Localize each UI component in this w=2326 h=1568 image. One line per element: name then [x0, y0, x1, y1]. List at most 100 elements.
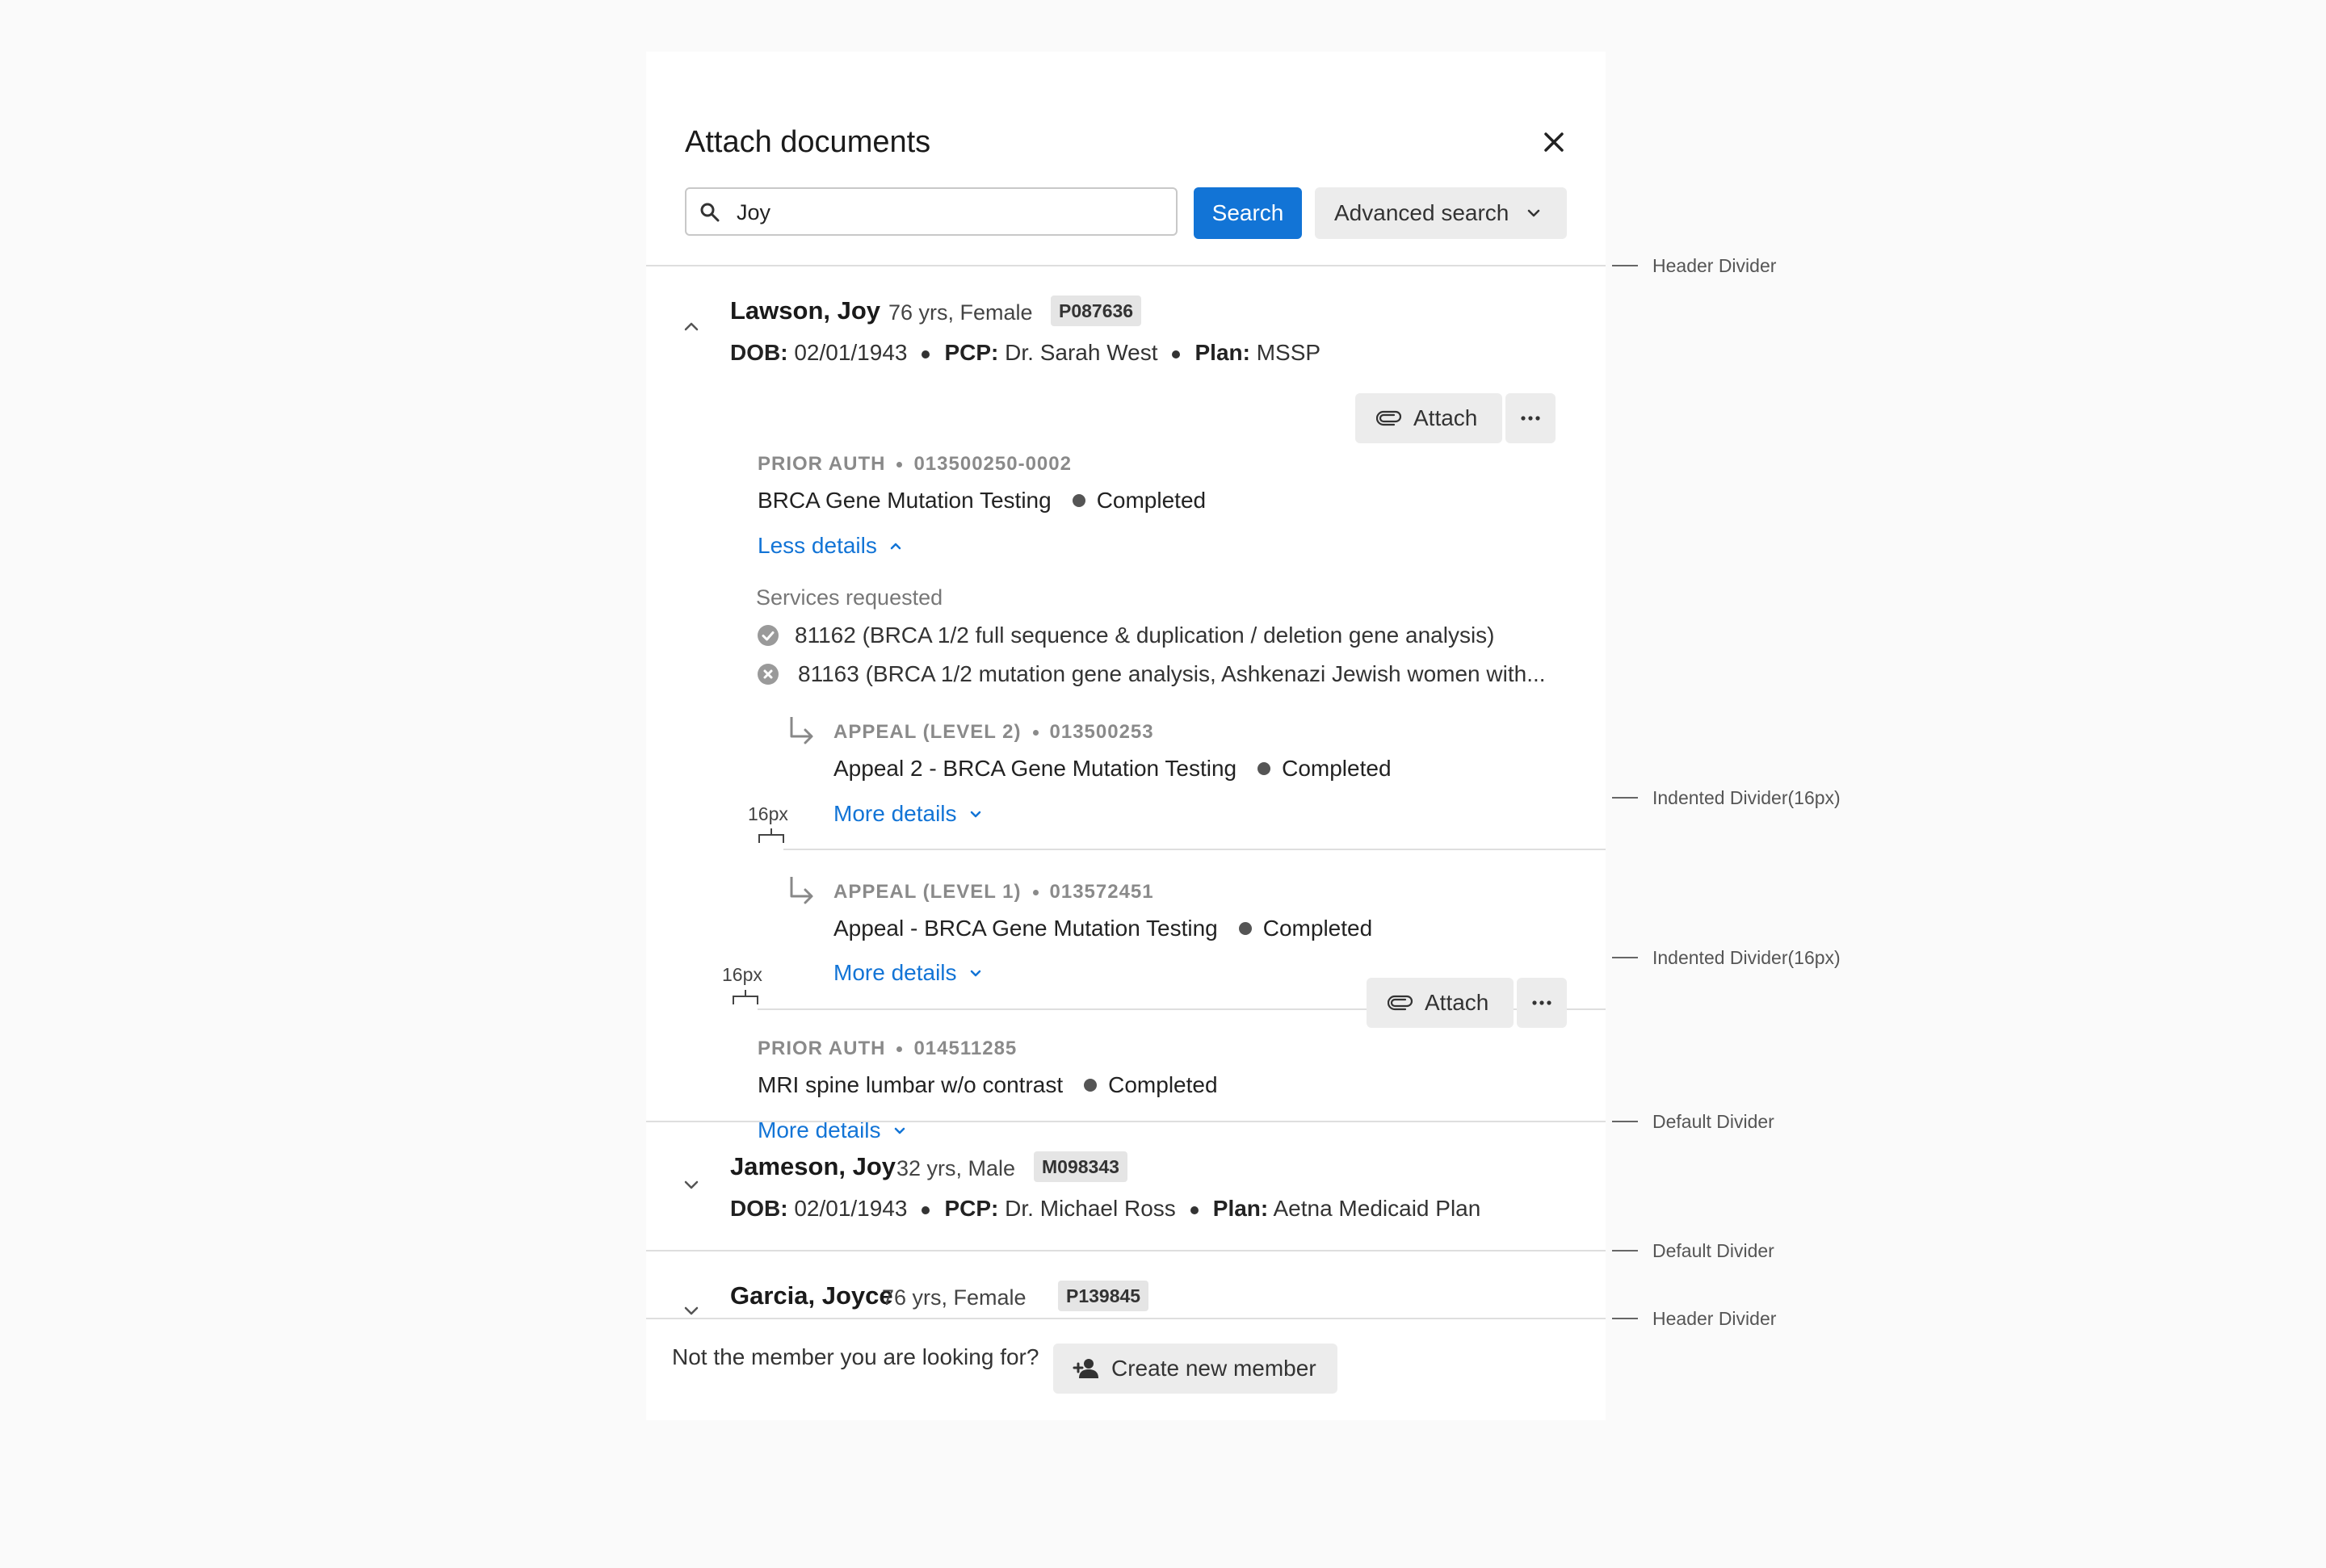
- status-dot: [1238, 921, 1252, 935]
- member-age-sex: 76 yrs, Female: [882, 1285, 1027, 1310]
- pcp-value: Dr. Michael Ross: [1005, 1196, 1176, 1221]
- attach-button[interactable]: Attach: [1367, 978, 1514, 1028]
- annotation-line: [1612, 265, 1638, 266]
- member-name[interactable]: Jameson, Joy: [730, 1151, 896, 1183]
- annotation-default-divider: Default Divider: [1652, 1111, 1774, 1132]
- annotation-indented-divider: Indented Divider(16px): [1652, 787, 1841, 808]
- plan-value: MSSP: [1256, 340, 1321, 365]
- item-status: Completed: [1096, 488, 1207, 513]
- item-number: 014511285: [913, 1038, 1018, 1059]
- member-name[interactable]: Lawson, Joy: [730, 295, 880, 327]
- status-dot: [1257, 761, 1271, 775]
- annotation-default-divider: Default Divider: [1652, 1240, 1774, 1261]
- modal-title: Attach documents: [685, 125, 931, 159]
- spacing-bracket: [733, 990, 758, 1004]
- default-divider: [646, 1121, 1606, 1122]
- annotation-header-divider: Header Divider: [1652, 1308, 1777, 1329]
- add-user-icon: [1073, 1359, 1098, 1378]
- annotation-line: [1612, 1250, 1638, 1251]
- chevron-down-icon[interactable]: [682, 1177, 701, 1193]
- toggle-label: More details: [833, 801, 957, 826]
- annotation-indented-divider: Indented Divider(16px): [1652, 947, 1841, 968]
- appeal-title: Appeal - BRCA Gene Mutation Testing Compl…: [833, 913, 1372, 944]
- toggle-label: More details: [833, 960, 957, 985]
- dob-value: 02/01/1943: [794, 1196, 908, 1221]
- close-button[interactable]: [1535, 123, 1573, 161]
- item-title: BRCA Gene Mutation Testing Completed: [758, 485, 1206, 516]
- more-details-link[interactable]: More details: [758, 1115, 907, 1146]
- more-details-link[interactable]: More details: [833, 958, 983, 988]
- appeal-eyebrow: APPEAL (LEVEL 2) 013500253: [833, 719, 1154, 746]
- item-type: PRIOR AUTH: [758, 453, 886, 475]
- spacing-bracket: [758, 828, 784, 843]
- item-type: PRIOR AUTH: [758, 1038, 886, 1059]
- chevron-down-icon: [970, 970, 980, 976]
- status-dot: [1084, 1078, 1098, 1092]
- paperclip-icon: [1376, 410, 1402, 426]
- chevron-down-icon: [970, 811, 980, 817]
- advanced-search-label: Advanced search: [1334, 200, 1509, 225]
- ellipsis-icon: [1521, 416, 1540, 421]
- spacing-label: 16px: [722, 964, 762, 985]
- chevron-down-icon: [894, 1127, 905, 1134]
- member-age-sex: 32 yrs, Male: [896, 1156, 1016, 1180]
- plan-label: Plan:: [1194, 340, 1250, 365]
- toggle-label: Less details: [758, 533, 877, 558]
- advanced-search-button[interactable]: Advanced search: [1315, 187, 1567, 239]
- pcp-value: Dr. Sarah West: [1005, 340, 1158, 365]
- pcp-label: PCP:: [944, 340, 999, 365]
- services-heading: Services requested: [756, 585, 943, 610]
- dob-label: DOB:: [730, 1196, 788, 1221]
- chevron-down-icon[interactable]: [682, 1306, 701, 1316]
- annotation-line: [1612, 1318, 1638, 1319]
- chevron-down-icon: [1527, 209, 1540, 217]
- member-name[interactable]: Garcia, Joyce: [730, 1280, 893, 1312]
- annotation-line: [1612, 957, 1638, 958]
- close-icon: [1544, 132, 1564, 152]
- plan-label: Plan:: [1212, 1196, 1269, 1221]
- more-options-button[interactable]: [1505, 393, 1556, 443]
- search-button[interactable]: Search: [1194, 187, 1302, 239]
- search-field[interactable]: [685, 187, 1178, 236]
- chevron-up-icon[interactable]: [682, 318, 701, 334]
- appeal-number: 013500253: [1049, 721, 1154, 743]
- annotation-line: [1612, 1121, 1638, 1122]
- member-info-row: DOB: 02/01/1943 PCP: Dr. Michael Ross Plan…: [730, 1193, 1480, 1224]
- member-id-badge: P139845: [1058, 1281, 1149, 1311]
- item-title-text: BRCA Gene Mutation Testing: [758, 488, 1052, 513]
- item-title: MRI spine lumbar w/o contrast Completed: [758, 1070, 1218, 1101]
- search-icon: [700, 203, 720, 222]
- service-item-approved: 81162 (BRCA 1/2 full sequence & duplicat…: [795, 623, 1495, 648]
- appeal-type: APPEAL (LEVEL 2): [833, 721, 1022, 743]
- create-new-member-button[interactable]: Create new member: [1053, 1344, 1337, 1394]
- more-options-button[interactable]: [1517, 978, 1567, 1028]
- less-details-link[interactable]: Less details: [758, 530, 903, 561]
- attach-documents-modal: Attach documents Search Advanced search …: [646, 52, 1606, 1420]
- appeal-title-text: Appeal - BRCA Gene Mutation Testing: [833, 916, 1218, 941]
- nested-arrow-icon: [790, 877, 813, 904]
- plan-value: Aetna Medicaid Plan: [1273, 1196, 1481, 1221]
- member-info-row: DOB: 02/01/1943 PCP: Dr. Sarah West Plan: …: [730, 337, 1320, 368]
- service-item-denied: 81163 (BRCA 1/2 mutation gene analysis, …: [798, 661, 1546, 686]
- spacing-label: 16px: [748, 803, 788, 824]
- appeal-title-text: Appeal 2 - BRCA Gene Mutation Testing: [833, 756, 1237, 781]
- attach-button[interactable]: Attach: [1355, 393, 1502, 443]
- x-circle-icon: [758, 664, 779, 685]
- footer-text: Not the member you are looking for?: [672, 1344, 1039, 1369]
- appeal-title: Appeal 2 - BRCA Gene Mutation Testing Com…: [833, 753, 1392, 784]
- appeal-number: 013572451: [1049, 881, 1154, 903]
- dob-value: 02/01/1943: [794, 340, 908, 365]
- search-input[interactable]: [735, 195, 1158, 229]
- item-number: 013500250-0002: [913, 453, 1072, 475]
- appeal-eyebrow: APPEAL (LEVEL 1) 013572451: [833, 878, 1154, 906]
- paperclip-icon: [1388, 995, 1413, 1011]
- appeal-status: Completed: [1262, 916, 1373, 941]
- member-id-badge: M098343: [1034, 1151, 1127, 1182]
- status-dot: [1072, 493, 1085, 507]
- chevron-up-icon: [890, 543, 901, 549]
- header-divider: [646, 265, 1606, 266]
- ellipsis-icon: [1532, 1000, 1551, 1005]
- annotation-header-divider: Header Divider: [1652, 255, 1777, 276]
- more-details-link[interactable]: More details: [833, 799, 983, 829]
- pcp-label: PCP:: [944, 1196, 999, 1221]
